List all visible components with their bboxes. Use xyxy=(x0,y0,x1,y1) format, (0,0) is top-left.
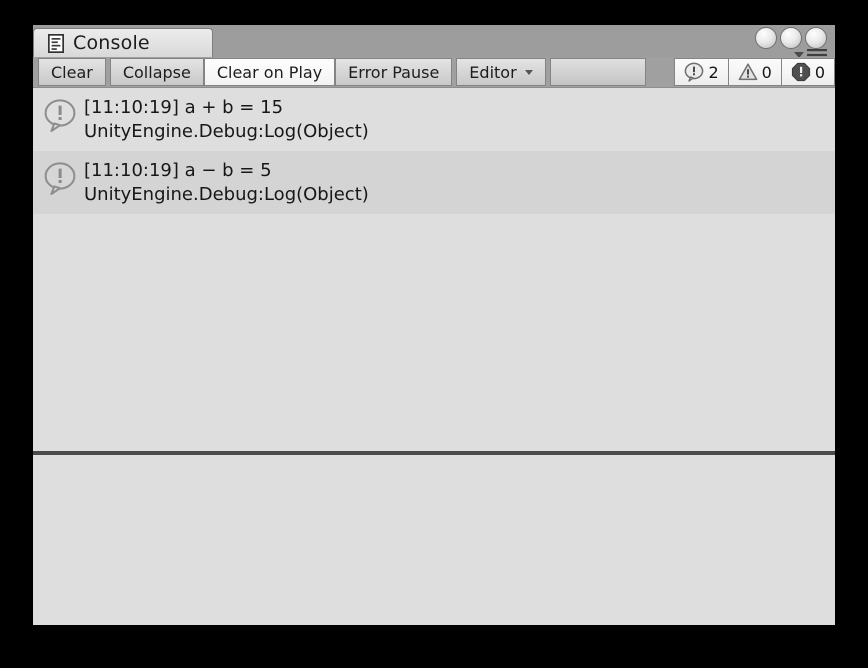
error-counter-value: 0 xyxy=(814,62,825,82)
window-dot-3-button[interactable] xyxy=(805,27,827,49)
warning-counter[interactable]: 0 xyxy=(728,58,782,86)
clear-on-play-button[interactable]: Clear on Play xyxy=(203,58,336,86)
toolbar-spacer xyxy=(645,57,675,87)
console-toolbar: Clear Collapse Clear on Play Error Pause… xyxy=(33,57,835,88)
window-dot-2-button[interactable] xyxy=(780,27,802,49)
warning-triangle-icon xyxy=(738,63,757,81)
tab-strip: Console xyxy=(33,25,835,61)
log-entry-row[interactable]: [11:10:19] a − b = 5 UnityEngine.Debug:L… xyxy=(33,151,835,214)
counter-group: 2 0 0 xyxy=(674,58,835,86)
error-counter[interactable]: 0 xyxy=(781,58,835,86)
log-entry-stacktrace: UnityEngine.Debug:Log(Object) xyxy=(84,121,369,142)
warning-counter-value: 0 xyxy=(761,62,772,82)
window-dot-1-button[interactable] xyxy=(755,27,777,49)
log-entry-stacktrace: UnityEngine.Debug:Log(Object) xyxy=(84,184,369,205)
log-list[interactable]: [11:10:19] a + b = 15 UnityEngine.Debug:… xyxy=(33,88,835,451)
tab-console[interactable]: Console xyxy=(33,28,213,57)
log-entry-text: [11:10:19] a − b = 5 UnityEngine.Debug:L… xyxy=(84,159,369,207)
log-detail-pane[interactable] xyxy=(33,455,835,625)
info-bubble-icon xyxy=(685,62,704,82)
error-octagon-icon xyxy=(791,62,810,82)
info-counter-value: 2 xyxy=(708,62,719,82)
info-bubble-icon xyxy=(44,162,76,195)
tab-console-label: Console xyxy=(73,31,150,54)
chevron-down-icon xyxy=(524,69,533,75)
log-entry-message: [11:10:19] a + b = 15 xyxy=(84,97,284,118)
error-pause-button[interactable]: Error Pause xyxy=(335,58,453,86)
editor-dropdown-label: Editor xyxy=(469,62,517,82)
console-window: Console Clear Collapse Clear on Play Err… xyxy=(33,25,835,625)
toolbar-filler xyxy=(549,58,646,86)
info-bubble-icon xyxy=(44,99,76,132)
clear-button[interactable]: Clear xyxy=(38,58,106,86)
log-entry-message: [11:10:19] a − b = 5 xyxy=(84,160,272,181)
collapse-button[interactable]: Collapse xyxy=(109,58,204,86)
editor-dropdown-button[interactable]: Editor xyxy=(456,58,546,86)
log-entry-row[interactable]: [11:10:19] a + b = 15 UnityEngine.Debug:… xyxy=(33,88,835,151)
log-entry-text: [11:10:19] a + b = 15 UnityEngine.Debug:… xyxy=(84,96,369,144)
window-controls xyxy=(755,27,827,49)
console-document-icon xyxy=(48,33,64,53)
info-counter[interactable]: 2 xyxy=(674,58,729,86)
